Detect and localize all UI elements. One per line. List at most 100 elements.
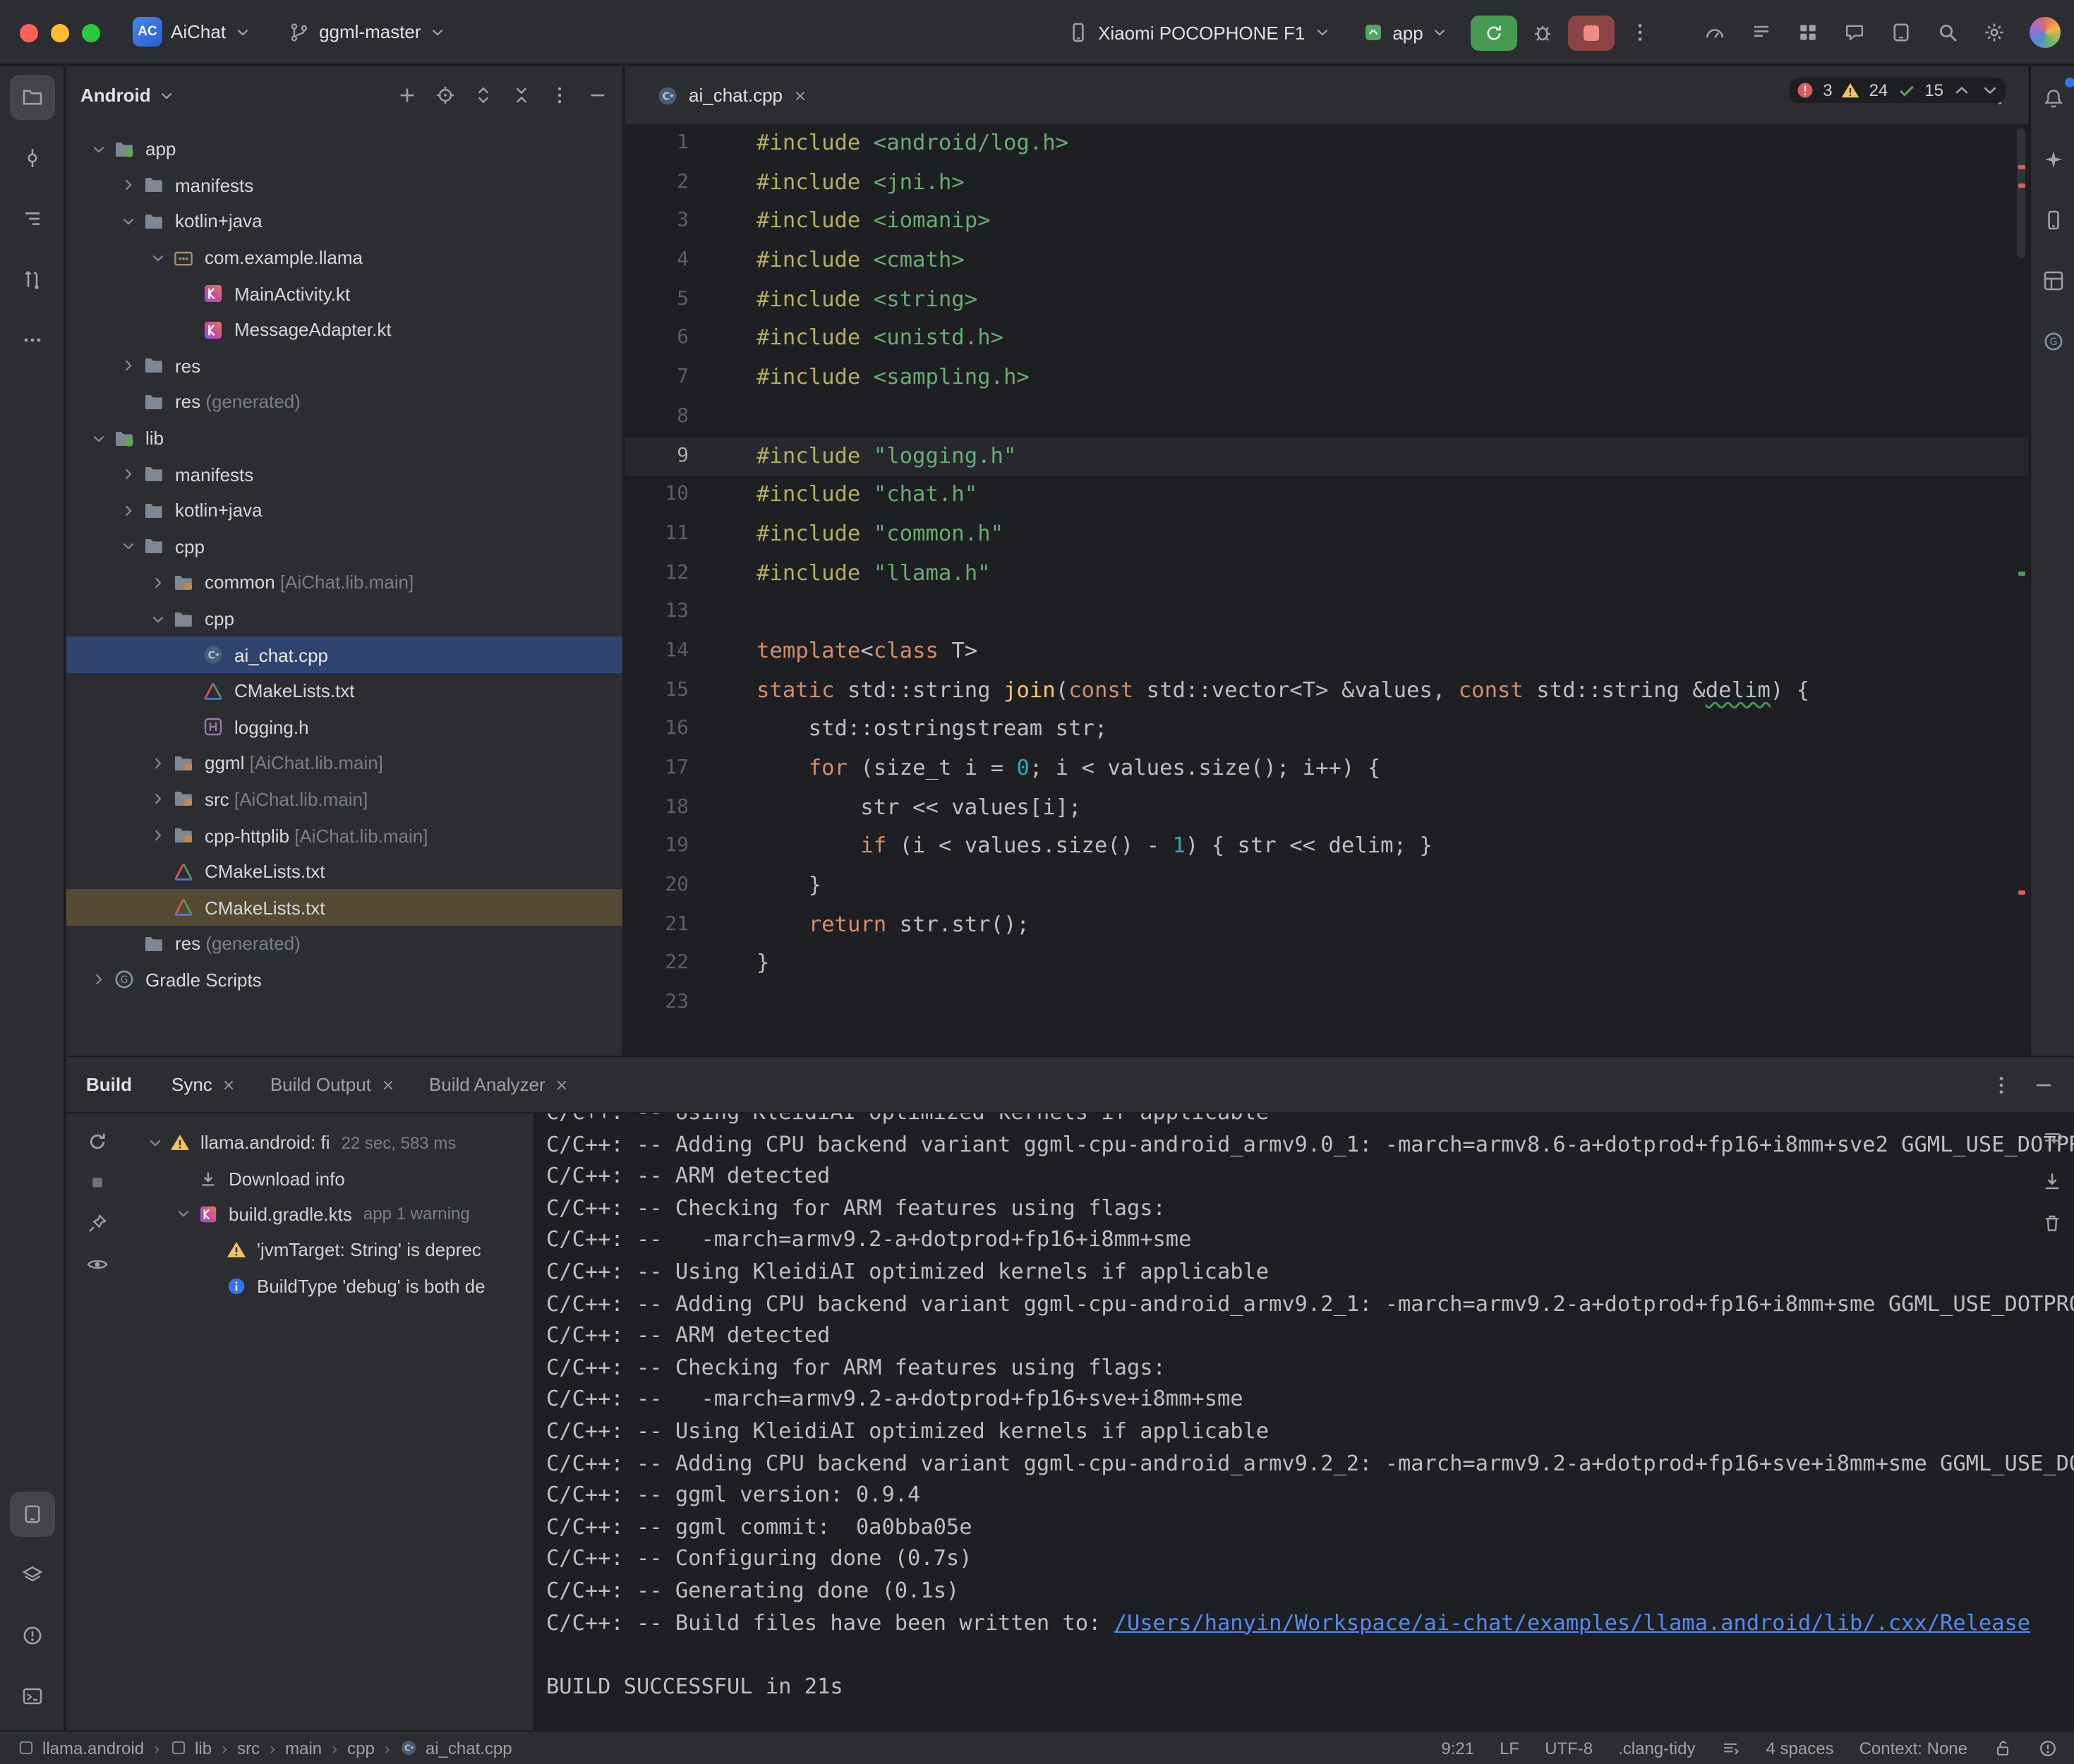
terminal-tool-button[interactable] bbox=[9, 1674, 54, 1719]
breadcrumb-item[interactable]: lib bbox=[169, 1738, 212, 1758]
error-stripe-mark[interactable] bbox=[2018, 183, 2025, 188]
line-number[interactable]: 16 bbox=[625, 711, 707, 749]
sync-icon[interactable] bbox=[86, 1130, 109, 1153]
device-mirroring-icon[interactable] bbox=[1890, 21, 1912, 44]
line-number[interactable]: 4 bbox=[625, 241, 707, 280]
code-line[interactable]: 22} bbox=[625, 945, 2028, 984]
build-tab-sync[interactable]: Sync bbox=[171, 1074, 236, 1095]
build-tree-row[interactable]: Download info bbox=[128, 1161, 533, 1197]
project-tree-row[interactable]: CMakeLists.txt bbox=[66, 890, 622, 926]
build-tree-row[interactable]: build.gradle.ktsapp 1 warning bbox=[128, 1197, 533, 1233]
line-number[interactable]: 11 bbox=[625, 515, 707, 554]
project-tree-row[interactable]: src [AiChat.lib.main] bbox=[66, 781, 622, 817]
status-widget[interactable]: .clang-tidy bbox=[1618, 1738, 1695, 1758]
chevron-down-icon[interactable] bbox=[86, 421, 111, 457]
breadcrumb-item[interactable]: src bbox=[237, 1738, 260, 1758]
project-tree-row[interactable]: cpp-httplib [AiChat.lib.main] bbox=[66, 818, 622, 854]
project-tree-row[interactable]: kotlin+java bbox=[66, 493, 622, 528]
code-line[interactable]: 7#include <sampling.h> bbox=[625, 358, 2028, 397]
breadcrumb-item[interactable]: llama.android bbox=[17, 1738, 144, 1758]
scroll-to-end-icon[interactable] bbox=[2041, 1170, 2063, 1192]
line-number[interactable]: 9 bbox=[625, 437, 707, 476]
project-tree-row[interactable]: MessageAdapter.kt bbox=[66, 312, 622, 348]
line-number[interactable]: 6 bbox=[625, 320, 707, 358]
chevron-down-icon[interactable] bbox=[158, 87, 175, 104]
project-tree-row[interactable]: lib bbox=[66, 421, 622, 457]
editor-scrollbar[interactable] bbox=[2017, 128, 2025, 258]
view-options-icon[interactable] bbox=[86, 1253, 109, 1276]
chevron-right-icon[interactable] bbox=[145, 781, 171, 817]
close-icon[interactable] bbox=[792, 88, 807, 102]
expand-all-icon[interactable] bbox=[473, 85, 494, 106]
chevron-right-icon[interactable] bbox=[145, 564, 171, 600]
chevron-right-icon[interactable] bbox=[116, 167, 141, 203]
line-number[interactable]: 14 bbox=[625, 632, 707, 671]
build-tree-row[interactable]: BuildType 'debug' is both de bbox=[128, 1268, 533, 1304]
change-stripe-mark[interactable] bbox=[2018, 572, 2025, 576]
code-line[interactable]: 5#include <string> bbox=[625, 281, 2028, 320]
lock-open-icon[interactable] bbox=[1993, 1738, 2013, 1758]
notifications-button[interactable] bbox=[2034, 80, 2071, 117]
previous-problem-icon[interactable] bbox=[1952, 80, 1972, 100]
code-line[interactable]: 6#include <unistd.h> bbox=[625, 320, 2028, 358]
project-tree-row[interactable]: GGradle Scripts bbox=[66, 962, 622, 998]
user-avatar[interactable] bbox=[2030, 17, 2061, 48]
running-devices-tool-button[interactable] bbox=[9, 1492, 54, 1537]
line-number[interactable]: 5 bbox=[625, 281, 707, 320]
chevron-right-icon[interactable] bbox=[145, 818, 171, 854]
layout-inspector-tool-button[interactable] bbox=[2034, 262, 2071, 299]
next-problem-icon[interactable] bbox=[1980, 80, 2000, 100]
close-icon[interactable] bbox=[555, 1077, 569, 1092]
line-number[interactable]: 12 bbox=[625, 554, 707, 593]
project-tree-row[interactable]: app bbox=[66, 131, 622, 167]
line-number[interactable]: 19 bbox=[625, 828, 707, 866]
chevron-down-icon[interactable] bbox=[116, 528, 141, 564]
code-line[interactable]: 3#include <iomanip> bbox=[625, 203, 2028, 241]
soft-wrap-icon[interactable] bbox=[2041, 1128, 2063, 1150]
zoom-window-button[interactable] bbox=[82, 23, 100, 42]
chevron-down-icon[interactable] bbox=[171, 1206, 195, 1223]
more-tool-windows-button[interactable] bbox=[9, 318, 54, 363]
build-tab-build-output[interactable]: Build Output bbox=[270, 1074, 395, 1095]
code-line[interactable]: 17 for (size_t i = 0; i < values.size();… bbox=[625, 749, 2028, 788]
close-window-button[interactable] bbox=[20, 23, 38, 42]
branch-widget[interactable]: ggml-master bbox=[279, 15, 455, 49]
chevron-down-icon[interactable] bbox=[145, 600, 171, 636]
device-selector[interactable]: Xiaomi POCOPHONE F1 bbox=[1059, 16, 1339, 49]
problems-icon[interactable] bbox=[2038, 1738, 2058, 1758]
chevron-right-icon[interactable] bbox=[116, 493, 141, 528]
build-tool-window-label[interactable]: Build bbox=[86, 1074, 132, 1095]
project-widget[interactable]: AC AiChat bbox=[124, 11, 260, 52]
settings-icon[interactable] bbox=[1983, 21, 2006, 44]
line-number[interactable]: 13 bbox=[625, 593, 707, 632]
error-stripe-mark[interactable] bbox=[2018, 890, 2025, 895]
project-tree-row[interactable]: MainActivity.kt bbox=[66, 276, 622, 312]
code-line[interactable]: 9#include "logging.h" bbox=[625, 437, 2028, 476]
line-number[interactable]: 23 bbox=[625, 984, 707, 1022]
console-link[interactable]: /Users/hanyin/Workspace/ai-chat/examples… bbox=[1114, 1609, 2030, 1635]
line-number[interactable]: 18 bbox=[625, 788, 707, 827]
options-icon[interactable] bbox=[549, 85, 570, 106]
select-opened-file-icon[interactable] bbox=[435, 85, 456, 106]
project-tree-row[interactable]: com.example.llama bbox=[66, 240, 622, 276]
project-tree-row[interactable]: ggml [AiChat.lib.main] bbox=[66, 745, 622, 781]
chevron-right-icon[interactable] bbox=[116, 457, 141, 493]
clear-console-icon[interactable] bbox=[2041, 1212, 2063, 1235]
profiler-icon[interactable] bbox=[1704, 21, 1726, 44]
line-number[interactable]: 22 bbox=[625, 945, 707, 984]
code-line[interactable]: 8 bbox=[625, 398, 2028, 437]
project-tree-row[interactable]: res bbox=[66, 348, 622, 384]
gradle-tool-button[interactable]: G bbox=[2034, 323, 2071, 360]
debug-icon[interactable] bbox=[1532, 21, 1555, 44]
device-explorer-tool-button[interactable] bbox=[2034, 202, 2071, 238]
line-number[interactable]: 8 bbox=[625, 398, 707, 437]
status-widget[interactable]: 9:21 bbox=[1441, 1738, 1474, 1758]
chevron-down-icon[interactable] bbox=[145, 240, 171, 276]
status-widget[interactable]: UTF-8 bbox=[1545, 1738, 1593, 1758]
build-console[interactable]: C/C++: -- Using KleidiAI optimized kerne… bbox=[535, 1113, 2074, 1730]
rerun-button[interactable] bbox=[1471, 15, 1518, 50]
stop-sync-icon[interactable] bbox=[86, 1171, 109, 1194]
code-line[interactable]: 11#include "common.h" bbox=[625, 515, 2028, 554]
project-tree-row[interactable]: res (generated) bbox=[66, 384, 622, 420]
code-line[interactable]: 15static std::string join(const std::vec… bbox=[625, 671, 2028, 710]
